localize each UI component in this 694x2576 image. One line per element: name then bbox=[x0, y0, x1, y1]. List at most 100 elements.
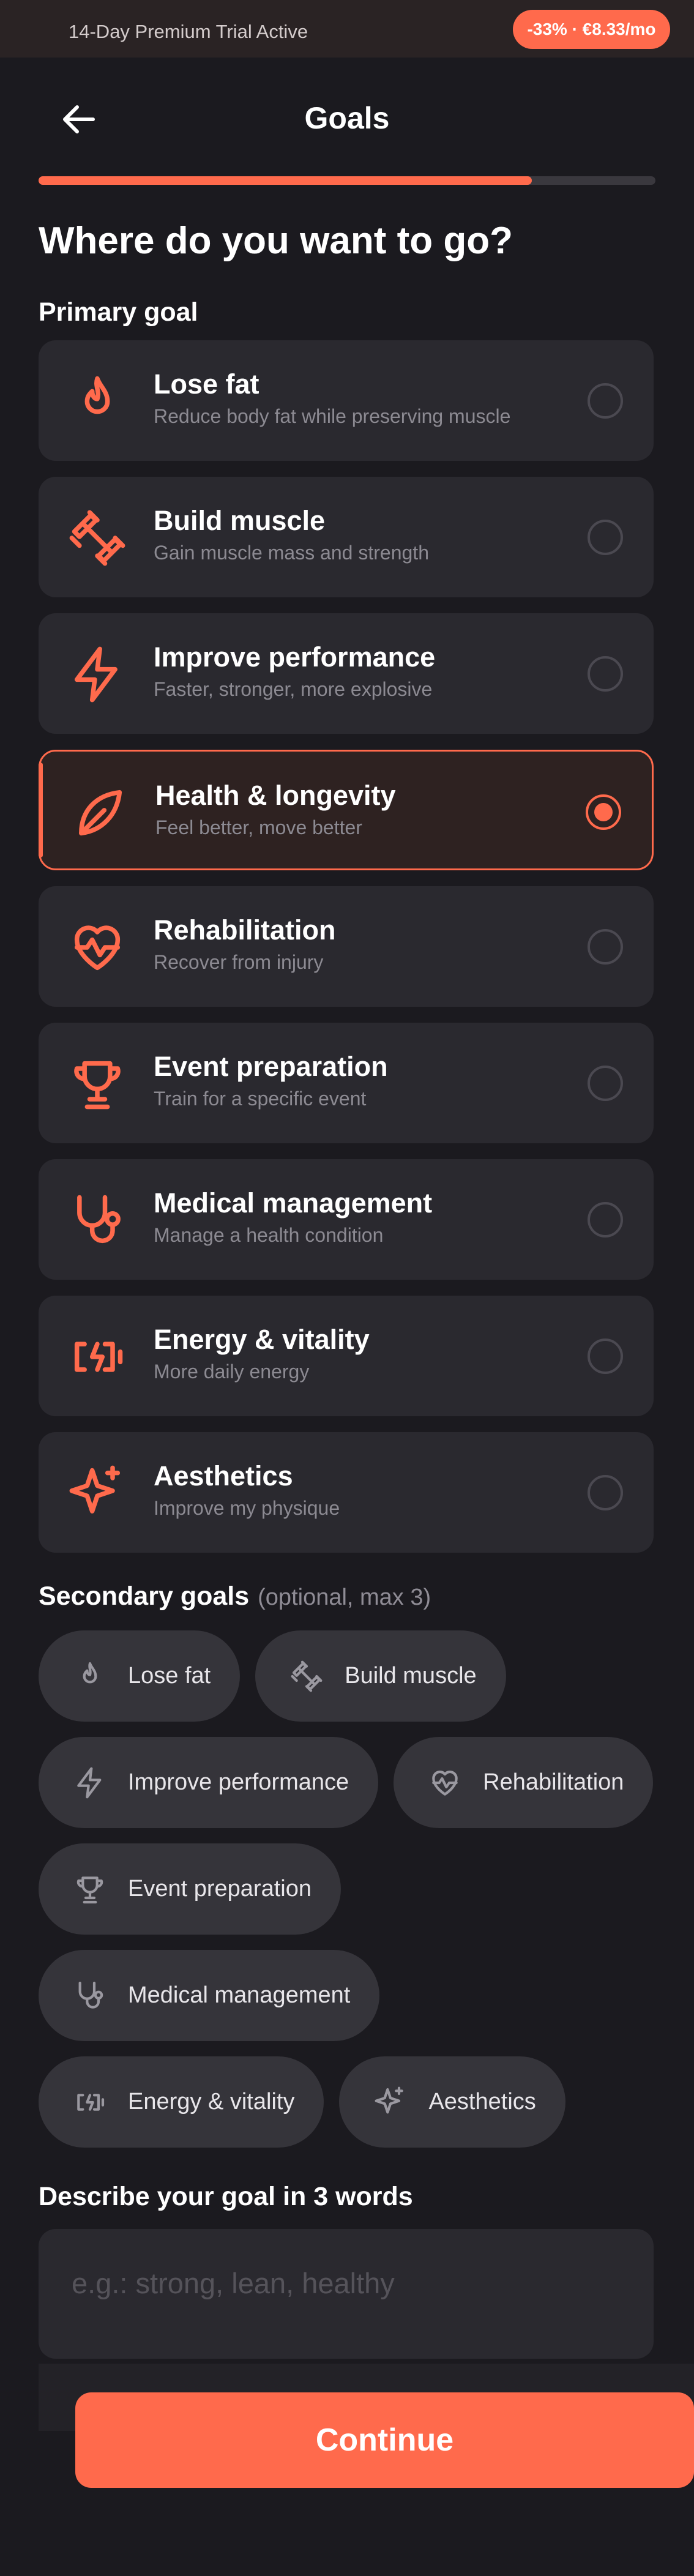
chip-row: Energy & vitality Aesthetics bbox=[39, 2056, 694, 2148]
goal-option-title: Build muscle bbox=[154, 505, 326, 536]
secondary-goal-chip[interactable]: Improve performance bbox=[39, 1737, 379, 1828]
page-heading: Where do you want to go? bbox=[39, 220, 513, 262]
heart-pulse-icon bbox=[74, 925, 121, 971]
goal-option-subtitle: Faster, stronger, more explosive bbox=[154, 678, 433, 700]
secondary-goal-chips: Lose fat Build muscle Improve performance R… bbox=[39, 1630, 694, 2163]
sparkles-icon bbox=[375, 2086, 404, 2113]
chip-row: Medical management bbox=[39, 1950, 694, 2041]
goal-option-card[interactable]: Energy & vitality More daily energy bbox=[39, 1296, 654, 1416]
secondary-goals-label: Secondary goals (optional, max 3) bbox=[39, 1581, 431, 1611]
goal-option-card[interactable]: Medical management Manage a health condit… bbox=[39, 1159, 654, 1280]
secondary-goal-chip[interactable]: Rehabilitation bbox=[394, 1737, 654, 1828]
secondary-goal-chip[interactable]: Lose fat bbox=[39, 1630, 241, 1722]
trophy-icon bbox=[74, 1061, 121, 1110]
goal-option-radio[interactable] bbox=[588, 383, 623, 419]
goal-option-card[interactable]: Aesthetics Improve my physique bbox=[39, 1432, 654, 1553]
goal-option-icon bbox=[67, 1326, 128, 1387]
secondary-goal-chip[interactable]: Aesthetics bbox=[339, 2056, 565, 2148]
chip-row: Improve performance Rehabilitation bbox=[39, 1737, 694, 1828]
promo-badge[interactable]: -33% · €8.33/mo bbox=[513, 10, 670, 49]
chip-label: Rehabilitation bbox=[483, 1769, 624, 1795]
chip-icon bbox=[428, 1766, 462, 1800]
goal-option-title: Rehabilitation bbox=[154, 914, 336, 946]
goal-option-icon bbox=[67, 917, 128, 978]
chip-row: Lose fat Build muscle bbox=[39, 1630, 694, 1722]
secondary-goal-chip[interactable]: Medical management bbox=[39, 1950, 380, 2041]
goal-option-title: Improve performance bbox=[154, 641, 436, 673]
chip-icon bbox=[373, 2085, 408, 2119]
goal-option-subtitle: Improve my physique bbox=[154, 1497, 340, 1519]
goal-option-card[interactable]: Build muscle Gain muscle mass and strengt… bbox=[39, 477, 654, 597]
goal-option-title: Event preparation bbox=[154, 1051, 388, 1082]
heart-pulse-icon bbox=[432, 1770, 458, 1796]
chip-icon bbox=[73, 1659, 107, 1693]
goal-option-subtitle: Train for a specific event bbox=[154, 1088, 367, 1110]
goal-option-radio[interactable] bbox=[588, 929, 623, 965]
chip-label: Energy & vitality bbox=[128, 2089, 295, 2115]
goal-option-icon bbox=[67, 644, 128, 705]
goal-option-icon bbox=[69, 782, 130, 843]
goal-option-subtitle: Reduce body fat while preserving muscle bbox=[154, 405, 511, 427]
battery-charging-icon bbox=[77, 2093, 105, 2111]
chip-icon bbox=[73, 1872, 107, 1906]
chip-icon bbox=[289, 1659, 324, 1693]
goal-option-radio[interactable] bbox=[586, 794, 621, 830]
secondary-goals-note: (optional, max 3) bbox=[258, 1585, 431, 1610]
goal-option-radio[interactable] bbox=[588, 1202, 623, 1238]
chip-label: Medical management bbox=[128, 1982, 351, 2008]
secondary-goals-title: Secondary goals bbox=[39, 1581, 250, 1611]
continue-button[interactable]: Continue bbox=[75, 2392, 694, 2488]
goal-option-radio[interactable] bbox=[588, 1066, 623, 1101]
secondary-goal-chip[interactable]: Build muscle bbox=[255, 1630, 506, 1722]
goal-option-title: Medical management bbox=[154, 1187, 433, 1219]
goal-option-card[interactable]: Improve performance Faster, stronger, mor… bbox=[39, 613, 654, 734]
goal-option-icon bbox=[67, 1463, 128, 1524]
chip-label: Lose fat bbox=[128, 1663, 211, 1689]
header: Goals bbox=[0, 86, 694, 153]
progress-bar bbox=[39, 176, 655, 185]
goal-option-icon bbox=[67, 507, 128, 569]
secondary-goal-chip[interactable]: Event preparation bbox=[39, 1843, 341, 1935]
goal-option-subtitle: Gain muscle mass and strength bbox=[154, 542, 429, 564]
trial-status-text: 14-Day Premium Trial Active bbox=[69, 21, 308, 42]
goal-option-icon bbox=[67, 1190, 128, 1251]
primary-goal-label: Primary goal bbox=[39, 297, 198, 327]
goal-option-subtitle: Recover from injury bbox=[154, 951, 324, 973]
goal-option-subtitle: Feel better, move better bbox=[155, 816, 362, 838]
chip-label: Build muscle bbox=[345, 1663, 477, 1689]
chip-label: Improve performance bbox=[128, 1769, 349, 1795]
chip-row: Event preparation bbox=[39, 1843, 694, 1935]
chip-label: Event preparation bbox=[128, 1876, 312, 1902]
goal-option-card[interactable]: Lose fat Reduce body fat while preserving… bbox=[39, 340, 654, 461]
goal-option-radio[interactable] bbox=[588, 656, 623, 692]
progress-fill bbox=[39, 176, 532, 185]
goal-option-title: Lose fat bbox=[154, 368, 259, 400]
stethoscope-icon bbox=[78, 1981, 103, 2009]
trophy-icon bbox=[76, 1876, 103, 1903]
secondary-goal-chip[interactable]: Energy & vitality bbox=[39, 2056, 324, 2148]
goal-option-radio[interactable] bbox=[588, 1475, 623, 1510]
goal-option-subtitle: More daily energy bbox=[154, 1361, 310, 1383]
flame-icon bbox=[84, 376, 110, 414]
stethoscope-icon bbox=[77, 1195, 121, 1244]
goal-option-card[interactable]: Rehabilitation Recover from injury bbox=[39, 886, 654, 1007]
goal-option-radio[interactable] bbox=[588, 1338, 623, 1374]
goal-option-card[interactable]: Health & longevity Feel better, move bett… bbox=[39, 750, 654, 870]
goal-option-card[interactable]: Event preparation Train for a specific ev… bbox=[39, 1023, 654, 1143]
leaf-icon bbox=[79, 790, 122, 836]
battery-charging-icon bbox=[74, 1342, 123, 1372]
chip-icon bbox=[73, 1979, 107, 2013]
sparkles-icon bbox=[69, 1465, 121, 1514]
back-button[interactable] bbox=[56, 100, 100, 138]
goal-option-subtitle: Manage a health condition bbox=[154, 1224, 384, 1246]
goal-option-title: Energy & vitality bbox=[154, 1324, 370, 1355]
chip-icon bbox=[73, 2085, 107, 2119]
goal-option-radio[interactable] bbox=[588, 520, 623, 555]
goal-option-title: Aesthetics bbox=[154, 1460, 293, 1491]
page-title: Goals bbox=[304, 101, 390, 135]
describe-goal-input[interactable] bbox=[39, 2229, 654, 2359]
arrow-left-icon bbox=[63, 105, 95, 133]
lightning-icon bbox=[77, 1767, 102, 1798]
goal-option-title: Health & longevity bbox=[155, 780, 396, 811]
describe-goal-label: Describe your goal in 3 words bbox=[39, 2182, 413, 2211]
